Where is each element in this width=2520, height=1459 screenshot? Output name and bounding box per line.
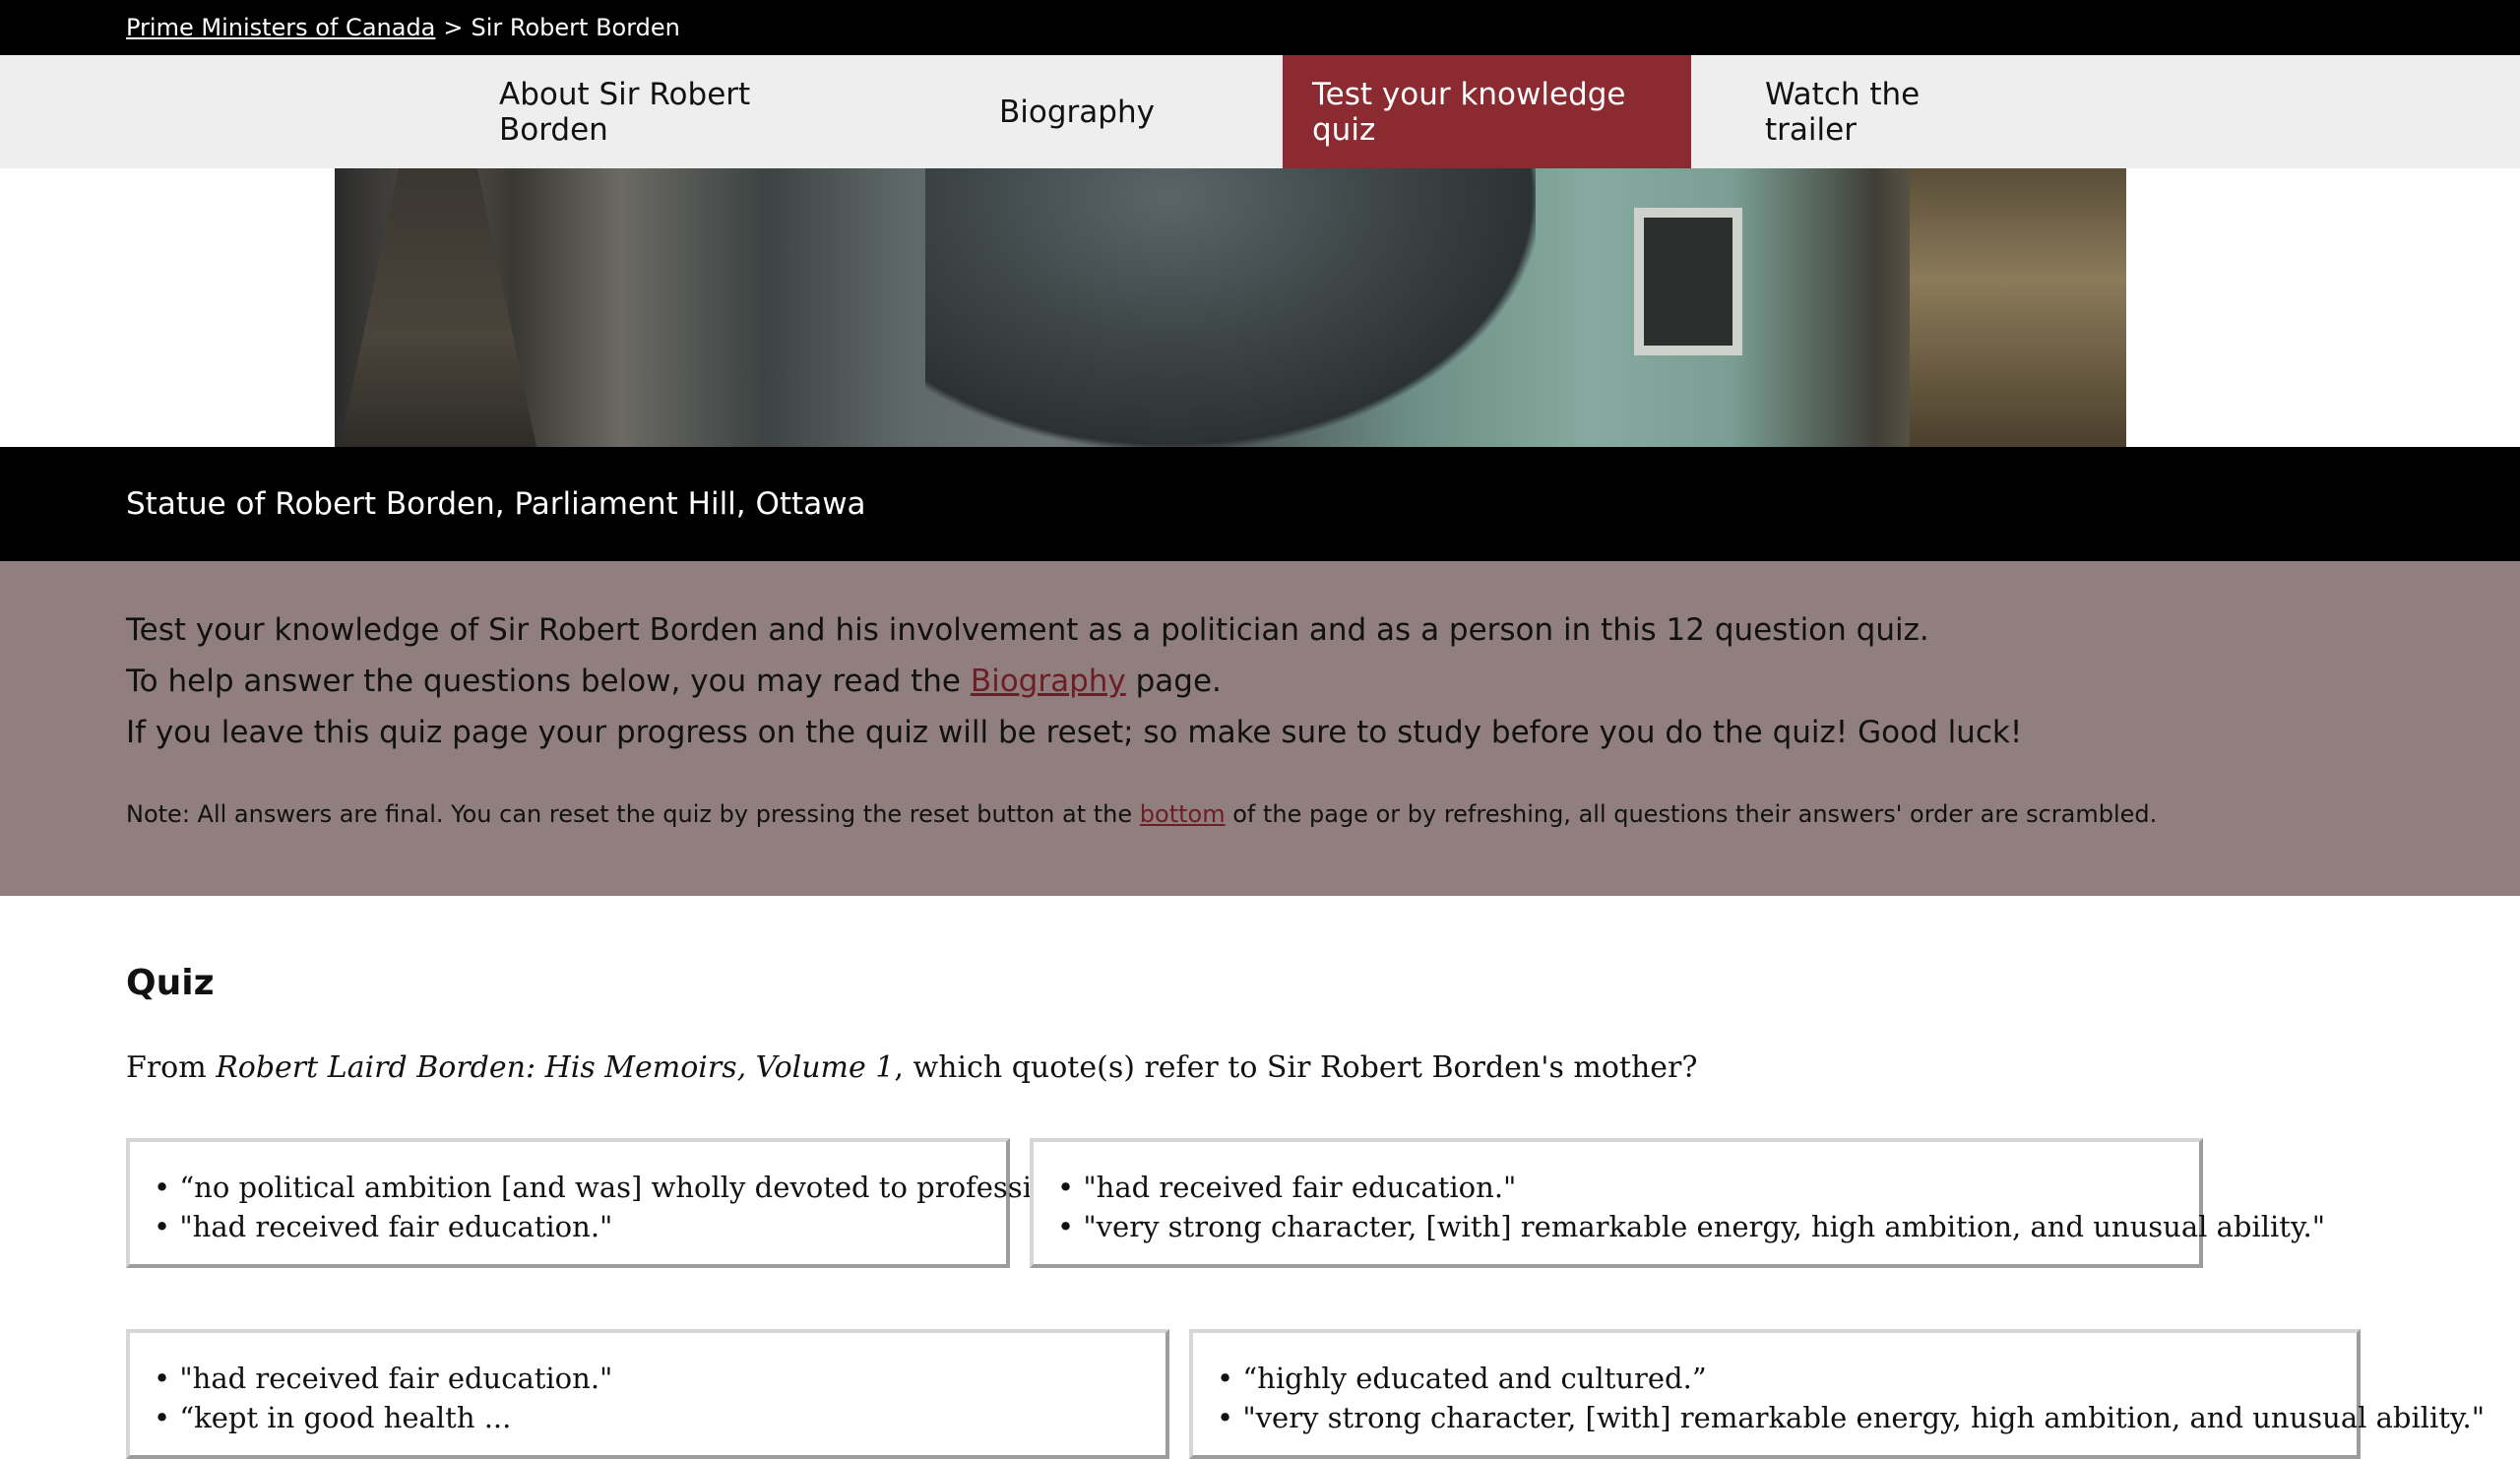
breadcrumb-separator: >	[443, 14, 464, 41]
question-prefix: From	[126, 1050, 217, 1085]
quiz-heading: Quiz	[126, 963, 215, 1003]
note-text: Note: All answers are final. You can res…	[126, 800, 1140, 828]
answer-row-2: • "had received fair education." • “kept…	[126, 1329, 2520, 1459]
nav-item-quiz[interactable]: Test your knowledge quiz	[1283, 55, 1691, 168]
answer-row-1: • “no political ambition [and was] wholl…	[126, 1138, 2520, 1268]
stone-tower	[1910, 168, 2126, 447]
answer-line: • “kept in good health ...	[154, 1401, 512, 1434]
answer-option-4[interactable]: • “highly educated and cultured.” • "ver…	[1189, 1329, 2486, 1459]
breadcrumb-link-parent[interactable]: Prime Ministers of Canada	[126, 14, 435, 41]
nav-item-biography[interactable]: Biography	[924, 55, 1229, 168]
quiz-section: Quiz From Robert Laird Borden: His Memoi…	[0, 896, 2520, 1459]
bottom-link[interactable]: bottom	[1140, 800, 1226, 828]
breadcrumb-bar: Prime Ministers of Canada > Sir Robert B…	[0, 0, 2520, 55]
note-text-end: of the page or by refreshing, all questi…	[1225, 800, 2158, 828]
question-source: Robert Laird Borden: His Memoirs, Volume…	[216, 1050, 895, 1085]
answer-option-3[interactable]: • "had received fair education." • “kept…	[126, 1329, 1169, 1459]
intro-line-3: If you leave this quiz page your progres…	[126, 715, 2023, 750]
biography-link[interactable]: Biography	[971, 664, 1126, 699]
main-nav: About Sir Robert Borden Biography Test y…	[0, 55, 2520, 168]
answer-line: • "had received fair education."	[154, 1210, 613, 1243]
answer-line: • "had received fair education."	[154, 1362, 613, 1395]
breadcrumb-current: Sir Robert Borden	[471, 14, 680, 41]
answer-option-1[interactable]: • “no political ambition [and was] wholl…	[126, 1138, 1092, 1268]
intro-section: Test your knowledge of Sir Robert Borden…	[0, 561, 2520, 896]
answer-line: • "very strong character, [with] remarka…	[1057, 1210, 2326, 1243]
question-text: From Robert Laird Borden: His Memoirs, V…	[126, 1050, 2520, 1085]
nav-item-about[interactable]: About Sir Robert Borden	[470, 55, 857, 168]
statue-figure	[925, 168, 1536, 447]
answer-option-2[interactable]: • "had received fair education." • "very…	[1030, 1138, 2326, 1268]
building-window	[1634, 208, 1742, 355]
answer-line: • "had received fair education."	[1057, 1171, 1517, 1204]
intro-line-2-text: To help answer the questions below, you …	[126, 664, 971, 699]
answer-line: • "very strong character, [with] remarka…	[1217, 1401, 2486, 1434]
intro-note: Note: All answers are final. You can res…	[126, 797, 2520, 831]
answer-line: • “no political ambition [and was] wholl…	[154, 1171, 1092, 1204]
image-caption: Statue of Robert Borden, Parliament Hill…	[0, 447, 2520, 561]
intro-line-1: Test your knowledge of Sir Robert Borden…	[126, 612, 1929, 648]
question-suffix: , which quote(s) refer to Sir Robert Bor…	[894, 1050, 1698, 1085]
answer-line: • “highly educated and cultured.”	[1217, 1362, 1707, 1395]
intro-line-2-end: page.	[1125, 664, 1222, 699]
nav-item-trailer[interactable]: Watch the trailer	[1735, 55, 2050, 168]
hero-image	[0, 168, 2520, 447]
intro-line-2: To help answer the questions below, you …	[126, 656, 2520, 707]
